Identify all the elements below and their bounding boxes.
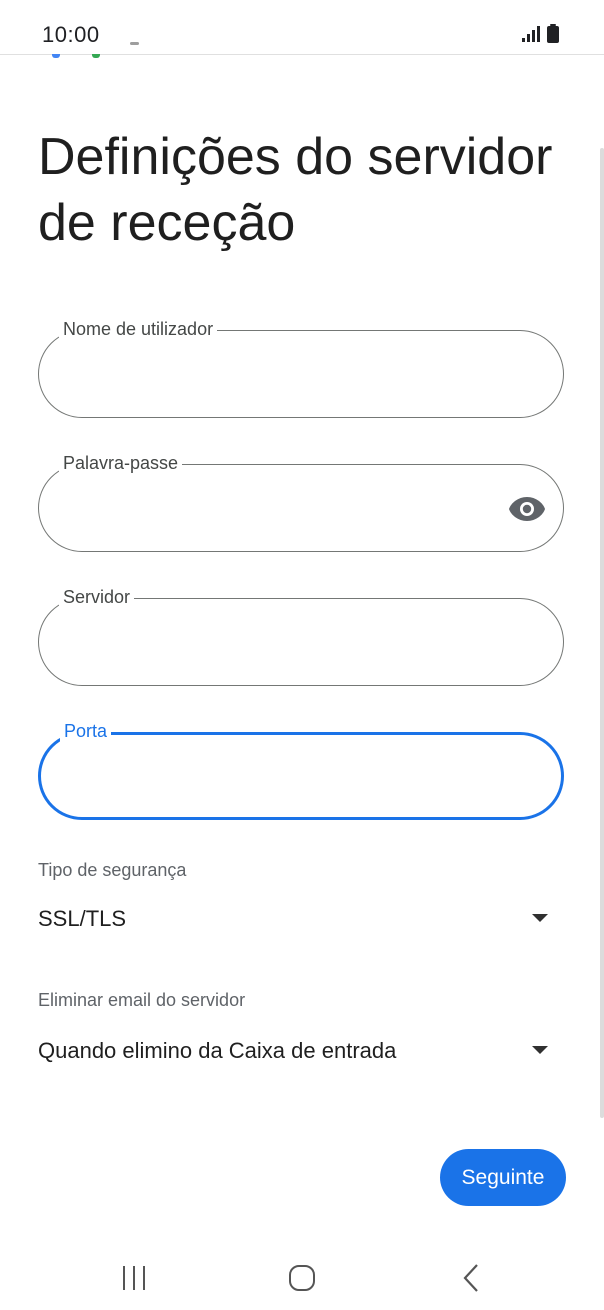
next-button[interactable]: Seguinte (440, 1149, 566, 1206)
delete-email-select[interactable]: Quando elimino da Caixa de entrada (38, 1032, 564, 1072)
system-nav-bar (0, 1240, 604, 1310)
page-title: Definições do servidor de receção (38, 128, 553, 252)
scrollbar[interactable] (600, 148, 604, 1118)
username-field[interactable]: Nome de utilizador (38, 317, 564, 418)
home-icon (289, 1265, 315, 1291)
dropdown-arrow-icon (532, 914, 548, 922)
password-field[interactable]: Palavra-passe (38, 451, 564, 552)
username-label: Nome de utilizador (59, 317, 218, 341)
header-logo-fragment (92, 54, 100, 58)
signal-icon (522, 26, 540, 42)
port-input[interactable] (65, 755, 509, 801)
recent-apps-button[interactable] (110, 1254, 158, 1302)
status-notification-dot (130, 42, 139, 45)
server-input[interactable] (63, 619, 507, 665)
recent-apps-icon (123, 1266, 145, 1290)
port-field[interactable]: Porta (38, 719, 564, 820)
delete-email-label: Eliminar email do servidor (38, 990, 246, 1010)
username-input[interactable] (63, 351, 507, 397)
port-label: Porta (60, 719, 112, 743)
password-label: Palavra-passe (59, 451, 183, 475)
status-bar: 10:00 (0, 0, 604, 55)
dropdown-arrow-icon (532, 1046, 548, 1054)
show-password-button[interactable] (507, 489, 547, 529)
back-button[interactable] (448, 1254, 496, 1302)
security-type-label: Tipo de segurança (38, 860, 187, 880)
header-logo-fragment (52, 54, 60, 58)
battery-icon (547, 24, 559, 43)
delete-email-value: Quando elimino da Caixa de entrada (38, 1038, 397, 1063)
back-icon (463, 1264, 478, 1292)
security-type-value: SSL/TLS (38, 906, 127, 931)
home-button[interactable] (278, 1254, 326, 1302)
security-type-select[interactable]: SSL/TLS (38, 900, 564, 940)
server-field[interactable]: Servidor (38, 585, 564, 686)
status-time: 10:00 (42, 22, 100, 47)
signal-battery-icons (522, 24, 559, 43)
eye-icon (509, 497, 545, 521)
status-icons (522, 24, 564, 44)
server-label: Servidor (59, 585, 135, 609)
password-input[interactable] (63, 485, 507, 531)
